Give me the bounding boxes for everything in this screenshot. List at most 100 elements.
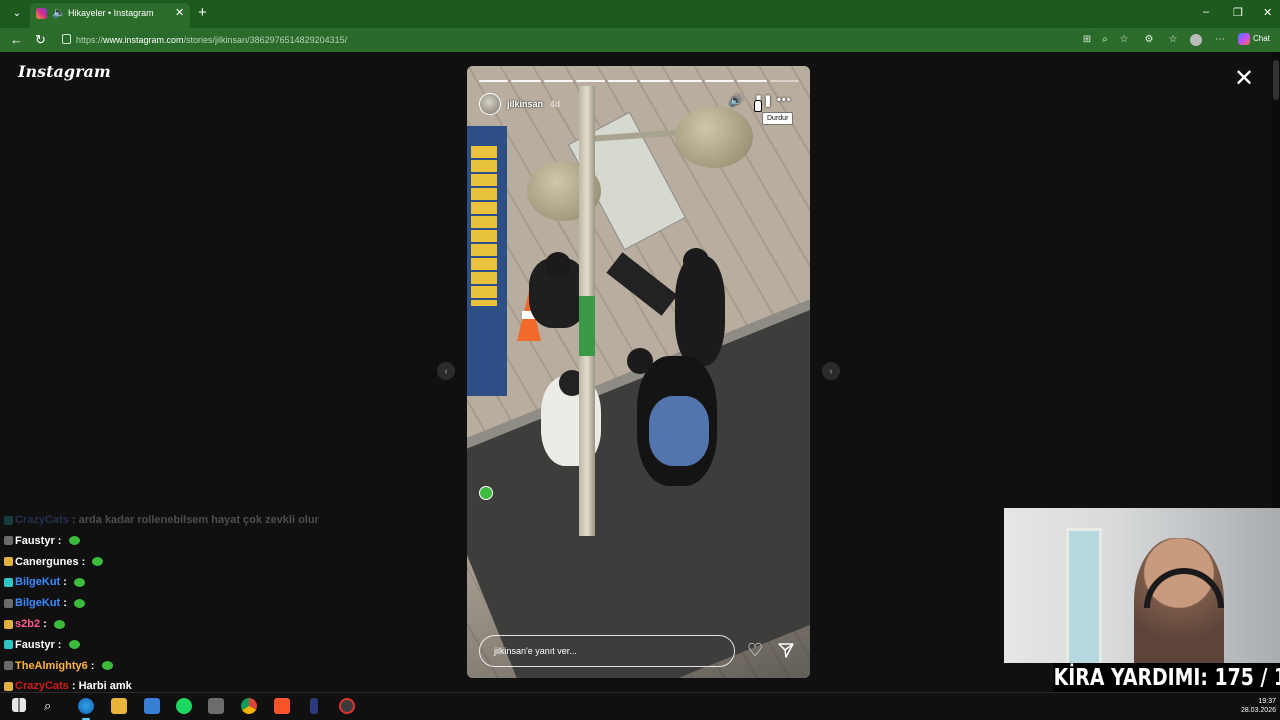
mouse-cursor-icon [754,100,762,112]
progress-segment [479,80,509,82]
app-icon[interactable] [310,698,318,714]
chat-username[interactable]: s2b2 [15,618,40,630]
person-head [545,252,571,278]
obs-icon[interactable] [339,698,355,714]
browser-navbar: ← ↻ https://www.instagram.com/stories/ji… [0,28,1280,52]
person-head [627,348,653,374]
chat-message: CrazyCats : arda kadar rollenebilsem hay… [4,514,319,530]
avatar[interactable] [479,93,501,115]
copilot-chat-button[interactable]: Chat [1238,33,1270,45]
road-area [467,283,810,678]
chat-badge-icon [4,557,13,567]
chat-badge-icon [4,577,13,587]
brave-icon[interactable] [274,698,290,714]
send-icon[interactable] [777,641,795,659]
chat-emote-icon [74,598,86,608]
volume-icon[interactable]: 🔊 [729,94,743,107]
chat-username[interactable]: Faustyr [15,535,55,547]
more-options-icon[interactable]: ••• [777,94,792,106]
speaker-icon[interactable]: 🔈 [52,6,66,19]
favorites-icon[interactable]: ☆ [1167,34,1179,46]
more-menu-icon[interactable]: ⋯ [1214,34,1226,46]
blue-pillar [467,126,507,396]
previous-story-chevron-icon[interactable]: ‹ [437,362,455,380]
progress-segment [737,80,767,82]
progress-segment [640,80,670,82]
person-head [683,248,709,274]
close-story-icon[interactable]: ✕ [1231,66,1257,92]
progress-segment [672,80,703,82]
next-story-chevron-icon[interactable]: › [822,362,840,380]
system-clock[interactable]: 19:37 28.03.2026 [1241,697,1276,715]
chrome-icon[interactable] [241,698,257,714]
story-photo [467,66,810,678]
extensions-icon[interactable]: ⚙ [1143,34,1155,46]
tab-actions-chevron-icon[interactable]: ⌄ [10,7,24,21]
emoji-sticker [479,486,493,500]
chat-badge-icon [4,640,13,650]
chat-username[interactable]: BilgeKut [15,576,60,588]
chat-message: s2b2 : [4,618,65,634]
story-viewer[interactable]: jilkinsan 4d 🔊 ❚❚ ••• jilkinsan'e yanıt … [467,66,810,678]
chat-badge-icon [4,661,13,671]
chat-message: BilgeKut : [4,576,86,592]
webcam-overlay [1004,508,1280,663]
zoom-icon[interactable]: ⌕ [1099,34,1111,46]
profile-avatar-icon[interactable] [1190,34,1202,46]
chat-badge-icon [4,619,13,629]
lamp-right [675,106,753,168]
close-tab-icon[interactable]: ✕ [175,6,184,19]
edge-icon[interactable] [78,698,94,720]
chat-badge-icon [4,681,13,691]
chat-emote-icon [74,577,86,587]
chat-username[interactable]: BilgeKut [15,597,60,609]
store-icon[interactable] [144,698,160,714]
spotify-icon[interactable] [176,698,192,714]
story-username[interactable]: jilkinsan [507,99,543,109]
minimize-icon[interactable]: – [1203,6,1209,18]
back-arrow-icon[interactable]: ← [10,32,23,47]
new-tab-plus-icon[interactable]: + [198,4,207,21]
chat-emote-icon [68,640,80,650]
progress-segment [705,80,735,82]
windows-start-icon[interactable] [12,698,26,712]
chat-message: Faustyr : [4,639,80,655]
yellow-stripe [471,146,497,306]
chat-badge-icon [4,536,13,546]
lamp-pole [579,86,595,536]
chat-emote-icon [53,619,65,629]
tab-title: Hikayeler • Instagram [68,8,154,18]
chat-username[interactable]: Faustyr [15,639,55,651]
like-heart-icon[interactable]: ♡ [747,641,763,659]
close-window-icon[interactable]: ✕ [1263,6,1272,19]
chat-username[interactable]: TheAlmighty6 [15,660,88,672]
pause-tooltip: Durdur [762,112,794,125]
chat-username[interactable]: Canergunes [15,556,79,568]
favorite-star-icon[interactable]: ☆ [1118,34,1130,46]
copilot-icon [1238,33,1250,45]
blue-jacket [649,396,709,466]
scrollbar-thumb[interactable] [1273,60,1279,100]
door [1066,528,1102,663]
browser-titlebar: ⌄ 🔈 Hikayeler • Instagram ✕ + – ❐ ✕ [0,0,1280,28]
calculator-icon[interactable] [208,698,224,714]
chat-message: Faustyr : [4,535,80,551]
file-explorer-icon[interactable] [111,698,127,714]
chat-username[interactable]: CrazyCats [15,680,69,692]
lock-icon [62,34,71,44]
chat-text: arda kadar rollenebilsem hayat çok zevkl… [78,514,319,526]
search-icon[interactable]: ⌕ [44,698,60,714]
windows-taskbar: ⌕ 19:37 28.03.2026 [0,692,1280,720]
address-bar[interactable]: https://www.instagram.com/stories/jilkin… [56,31,1100,49]
story-progress-bar [479,80,799,82]
reply-input[interactable]: jilkinsan'e yanıt ver... [479,635,735,667]
instagram-logo[interactable]: Instagram [18,62,111,81]
chat-username[interactable]: CrazyCats [15,514,69,526]
reload-icon[interactable]: ↻ [35,32,46,48]
restore-icon[interactable]: ❐ [1233,6,1243,19]
chat-message: BilgeKut : [4,597,86,613]
tab-instagram[interactable]: 🔈 Hikayeler • Instagram ✕ [30,3,190,28]
chat-message: TheAlmighty6 : [4,660,113,676]
apps-icon[interactable]: ⊞ [1081,34,1093,46]
chat-badge-icon [4,515,13,525]
